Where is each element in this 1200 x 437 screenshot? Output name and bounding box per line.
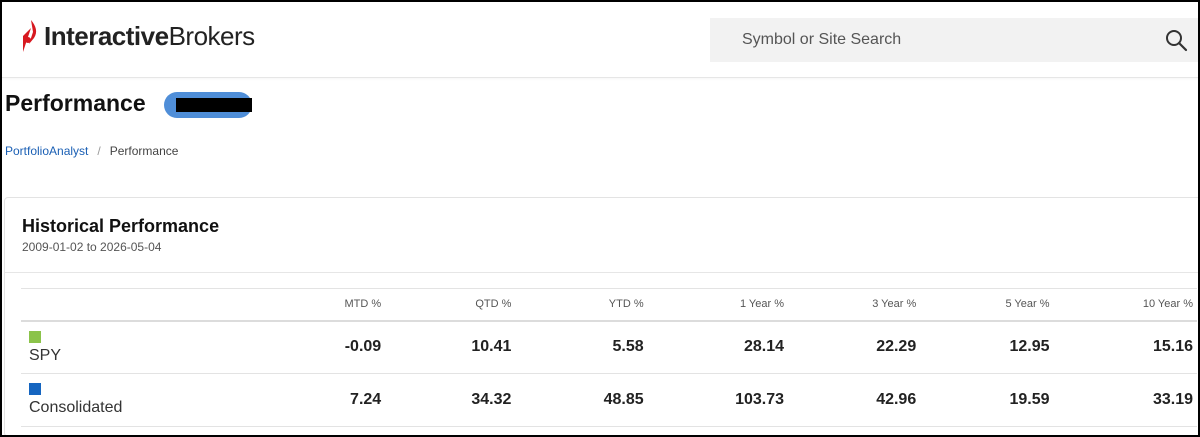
column-header-10-year[interactable]: 10 Year % [1053,288,1197,322]
column-header-mtd[interactable]: MTD % [204,288,386,322]
ib-logo-mark-icon [23,20,37,52]
table-row-spy: SPY -0.09 10.41 5.58 28.14 22.29 12.95 1… [21,320,1197,374]
spy-ytd-value: 5.58 [515,320,648,374]
page-title: Performance [5,90,146,116]
column-header-3-year[interactable]: 3 Year % [788,288,921,322]
column-header-ytd[interactable]: YTD % [515,288,648,322]
spy-color-swatch [29,330,41,343]
performance-table: MTD % QTD % YTD % 1 Year % 3 Year % 5 Ye… [21,288,1197,427]
column-header-qtd[interactable]: QTD % [385,288,516,322]
series-name: Consolidated [29,399,123,416]
column-header-5-year[interactable]: 5 Year % [920,288,1054,322]
top-header: InteractiveBrokers [0,0,1200,78]
spy-1-year-value: 28.14 [647,320,788,374]
breadcrumb-portfolioanalyst-link[interactable]: PortfolioAnalyst [5,144,88,158]
series-name-cell: Consolidated [21,373,205,427]
spy-10-year-value: 15.16 [1053,320,1197,374]
date-range: 2009-01-02 to 2026-05-04 [22,240,162,254]
column-header-1-year[interactable]: 1 Year % [647,288,788,322]
breadcrumb: PortfolioAnalyst / Performance [5,144,178,158]
consolidated-5-year-value: 19.59 [920,373,1054,427]
consolidated-3-year-value: 42.96 [788,373,921,427]
interactive-brokers-logo[interactable]: InteractiveBrokers [20,16,255,56]
series-name-cell: SPY [21,320,205,374]
logo-wordmark: InteractiveBrokers [44,21,255,52]
table-header-row: MTD % QTD % YTD % 1 Year % 3 Year % 5 Ye… [21,288,1197,322]
logo-wordmark-light: Brokers [168,20,256,51]
site-search [710,18,1198,62]
search-input[interactable] [742,31,1162,49]
consolidated-10-year-value: 33.19 [1053,373,1197,427]
series-name: SPY [29,346,62,364]
consolidated-qtd-value: 34.32 [385,373,516,427]
spy-5-year-value: 12.95 [920,320,1054,374]
consolidated-1-year-value: 103.73 [647,373,788,427]
historical-performance-card: Historical Performance 2009-01-02 to 202… [4,197,1200,437]
table-row-consolidated: Consolidated 7.24 34.32 48.85 103.73 42.… [21,373,1197,427]
column-header-name [21,288,205,322]
search-icon[interactable] [1164,28,1188,52]
card-title: Historical Performance [22,216,220,236]
card-divider [5,272,1200,273]
redacted-account-id [176,98,252,112]
consolidated-mtd-value: 7.24 [204,373,386,427]
spy-mtd-value: -0.09 [204,320,386,374]
spy-qtd-value: 10.41 [385,320,516,374]
breadcrumb-separator: / [97,144,101,158]
spy-3-year-value: 22.29 [788,320,921,374]
consolidated-ytd-value: 48.85 [515,373,648,427]
breadcrumb-current: Performance [109,144,179,158]
consolidated-color-swatch [29,383,41,395]
logo-wordmark-bold: Interactive [44,20,169,51]
